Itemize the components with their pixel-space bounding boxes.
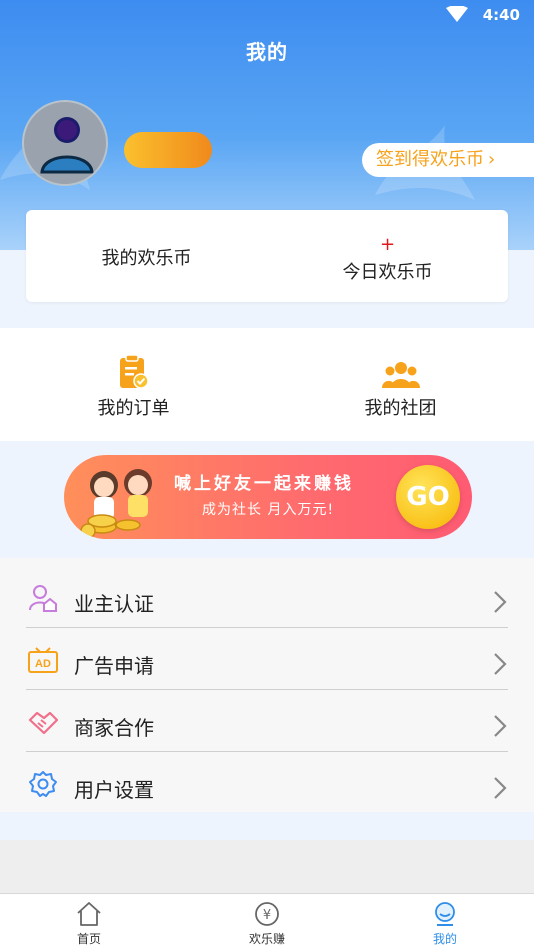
my-coins-label: 我的欢乐币: [101, 248, 192, 269]
shortcut-my-orders[interactable]: 我的订单: [0, 328, 267, 441]
owner-verify-icon: [29, 585, 57, 612]
ad-icon: AD: [28, 647, 58, 673]
wifi-icon: [446, 6, 468, 22]
checkin-button[interactable]: 签到得欢乐币 ›: [362, 143, 534, 177]
group-icon: [382, 362, 420, 388]
username-pill[interactable]: [124, 132, 212, 168]
today-coins-cell[interactable]: + 今日欢乐币: [267, 210, 508, 302]
tab-home[interactable]: 首页: [0, 894, 178, 949]
chevron-right-icon: ›: [488, 149, 496, 170]
handshake-icon: [28, 711, 58, 735]
page-title: 我的: [246, 40, 288, 64]
profile-icon: [435, 902, 455, 926]
tab-earn[interactable]: ¥ 欢乐赚: [178, 894, 356, 949]
menu-item-user-settings[interactable]: 用户设置: [26, 752, 508, 814]
banner-title: 喊上好友一起来赚钱: [174, 474, 354, 494]
menu-item-label: 广告申请: [74, 654, 154, 678]
menu-bottom-band: [0, 812, 534, 840]
menu-item-label: 用户设置: [74, 778, 154, 802]
menu-item-label: 商家合作: [74, 716, 154, 740]
tab-label: 欢乐赚: [248, 932, 285, 946]
tab-label: 首页: [76, 932, 101, 946]
settings-gear-icon: [29, 771, 57, 797]
settings-menu: 业主认证 AD 广告申请 商家合作 用户设置: [0, 558, 534, 812]
shortcut-label: 我的订单: [97, 398, 170, 419]
shortcut-my-club[interactable]: 我的社团: [267, 328, 534, 441]
tab-mine[interactable]: 我的: [356, 894, 534, 949]
chevron-right-icon: [494, 715, 507, 737]
avatar[interactable]: [22, 100, 108, 186]
default-avatar-icon: [40, 117, 94, 174]
my-coins-cell[interactable]: 我的欢乐币: [26, 210, 267, 302]
menu-item-label: 业主认证: [74, 592, 154, 616]
svg-text:AD: AD: [35, 658, 51, 670]
menu-item-merchant[interactable]: 商家合作: [26, 690, 508, 752]
coin-summary-card: 我的欢乐币 + 今日欢乐币: [26, 210, 508, 302]
svg-text:¥: ¥: [263, 908, 271, 923]
chevron-right-icon: [494, 653, 507, 675]
today-coins-label: 今日欢乐币: [342, 262, 433, 283]
clipboard-check-icon: [120, 354, 149, 389]
invite-banner[interactable]: 喊上好友一起来赚钱 成为社长 月入万元! GO: [64, 455, 472, 539]
go-button[interactable]: GO: [396, 465, 460, 529]
bottom-tab-bar: 首页 ¥ 欢乐赚 我的: [0, 893, 534, 949]
tab-label: 我的: [432, 932, 457, 946]
shortcut-row: 我的订单 我的社团: [0, 328, 534, 441]
yen-coin-icon: ¥: [255, 902, 279, 926]
friends-coins-illustration-icon: [80, 469, 152, 539]
menu-item-owner-verify[interactable]: 业主认证: [26, 566, 508, 628]
today-coins-value: +: [379, 234, 396, 255]
shortcut-label: 我的社团: [364, 398, 437, 419]
status-time: 4:40: [482, 6, 520, 24]
home-icon: [77, 902, 101, 926]
status-bar: 4:40: [0, 0, 534, 30]
chevron-right-icon: [494, 777, 507, 799]
banner-subtitle: 成为社长 月入万元!: [202, 502, 335, 518]
checkin-label: 签到得欢乐币: [376, 149, 484, 170]
menu-item-ad-apply[interactable]: AD 广告申请: [26, 628, 508, 690]
chevron-right-icon: [494, 591, 507, 613]
